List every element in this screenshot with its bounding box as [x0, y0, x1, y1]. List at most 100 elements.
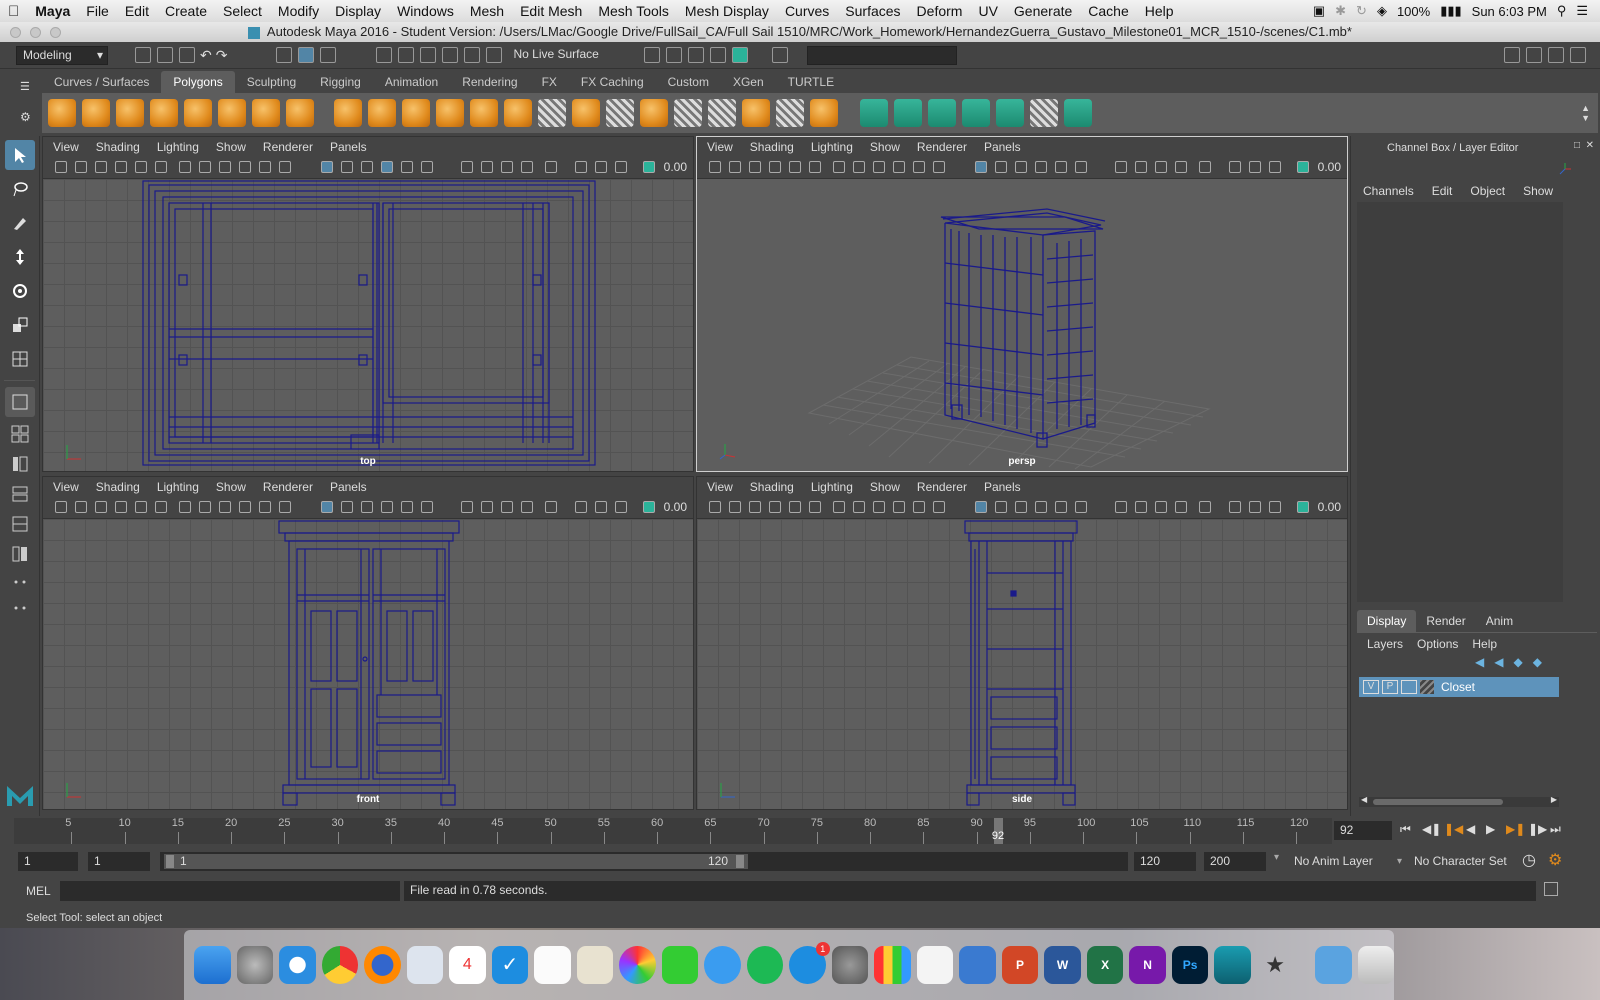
animation-start-field[interactable]: 1	[18, 852, 78, 871]
viewport-top[interactable]: View Shading Lighting Show Renderer Pane…	[42, 136, 694, 472]
select-object-icon[interactable]	[298, 47, 315, 63]
isolate-select-icon[interactable]	[545, 161, 557, 173]
poly-cylinder-icon[interactable]	[116, 99, 144, 127]
redo-icon[interactable]: ↷	[216, 47, 228, 64]
layer-playback-toggle[interactable]: P	[1382, 680, 1398, 694]
viewport-menu-view[interactable]: View	[707, 140, 733, 154]
range-end-handle[interactable]	[736, 855, 744, 868]
two-d-pan-zoom-icon[interactable]	[135, 501, 147, 513]
layer-color-swatch[interactable]	[1420, 680, 1434, 694]
ambient-occlusion-icon[interactable]	[1135, 501, 1147, 513]
tool-settings-icon[interactable]	[1548, 47, 1564, 63]
channel-box-menu-edit[interactable]: Edit	[1432, 184, 1453, 198]
textured-icon[interactable]	[401, 161, 413, 173]
calendar-icon[interactable]: 4	[449, 946, 486, 984]
xray-icon[interactable]	[381, 161, 393, 173]
viewport-menu-shading[interactable]: Shading	[96, 480, 140, 494]
new-scene-icon[interactable]	[135, 47, 151, 63]
finder-icon[interactable]	[194, 946, 231, 984]
ambient-occlusion-icon[interactable]	[481, 161, 493, 173]
isolate-select-icon[interactable]	[545, 501, 557, 513]
firefox-icon[interactable]	[364, 946, 401, 984]
extrude-icon[interactable]	[640, 99, 668, 127]
viewport-menu-shading[interactable]: Shading	[750, 480, 794, 494]
layer-tab-display[interactable]: Display	[1357, 610, 1417, 632]
menu-uv[interactable]: UV	[970, 3, 1005, 19]
hud-icon[interactable]	[1269, 501, 1281, 513]
menu-cache[interactable]: Cache	[1080, 3, 1136, 19]
menu-help[interactable]: Help	[1137, 3, 1182, 19]
layer-display-type-toggle[interactable]	[1401, 680, 1417, 694]
uv-layout-icon[interactable]	[1064, 99, 1092, 127]
new-layer-selected-icon[interactable]: ◆	[1533, 655, 1542, 669]
viewport-menu-panels[interactable]: Panels	[330, 480, 367, 494]
script-editor-icon[interactable]	[1544, 882, 1558, 896]
clock[interactable]: Sun 6:03 PM	[1472, 4, 1547, 19]
reminders-icon[interactable]: ✓	[491, 946, 529, 984]
battery-percent[interactable]: 100%	[1397, 4, 1430, 19]
wireframe-on-shaded-icon[interactable]	[1015, 161, 1027, 173]
last-tool-icon[interactable]	[5, 344, 35, 374]
xray-active-icon[interactable]	[595, 501, 607, 513]
uv-editor-icon[interactable]	[1030, 99, 1058, 127]
apple-icon[interactable]: 	[0, 3, 27, 20]
viewport-canvas[interactable]: side	[697, 519, 1347, 809]
powerpoint-icon[interactable]: P	[1001, 946, 1039, 984]
merge-icon[interactable]	[810, 99, 838, 127]
move-layer-down-icon[interactable]: ◀	[1494, 655, 1503, 669]
channel-box-list[interactable]	[1357, 202, 1563, 602]
layer-visibility-toggle[interactable]: V	[1363, 680, 1379, 694]
textured-icon[interactable]	[1055, 161, 1067, 173]
wifi-icon[interactable]: ◈	[1377, 3, 1387, 19]
uv-spherical-icon[interactable]	[928, 99, 956, 127]
lights-icon[interactable]	[421, 501, 433, 513]
chrome-icon[interactable]	[321, 946, 359, 984]
animation-preferences-icon[interactable]: ⚙	[1548, 850, 1562, 870]
camera-attributes-icon[interactable]	[75, 161, 87, 173]
range-slider-bar[interactable]	[164, 854, 748, 869]
menu-create[interactable]: Create	[157, 3, 215, 19]
zoom-window-button[interactable]	[50, 27, 61, 38]
app-menu[interactable]: Maya	[27, 3, 78, 19]
camera-select-icon[interactable]	[55, 501, 67, 513]
app-store-icon[interactable]: 1	[789, 942, 830, 984]
shadows-icon[interactable]	[1115, 501, 1127, 513]
shelf-tab-fx-caching[interactable]: FX Caching	[569, 71, 656, 93]
textured-icon[interactable]	[401, 501, 413, 513]
onenote-icon[interactable]: N	[1129, 946, 1166, 984]
xray-icon[interactable]	[1035, 501, 1047, 513]
poly-pipe-icon[interactable]	[286, 99, 314, 127]
viewport-menu-show[interactable]: Show	[216, 480, 246, 494]
lasso-tool-icon[interactable]	[5, 174, 35, 204]
menu-mesh-tools[interactable]: Mesh Tools	[590, 3, 677, 19]
ambient-occlusion-icon[interactable]	[1135, 161, 1147, 173]
wireframe-shading-icon[interactable]	[975, 161, 987, 173]
two-d-pan-zoom-icon[interactable]	[789, 501, 801, 513]
single-perspective-layout-icon[interactable]	[5, 387, 35, 417]
gate-mask-icon[interactable]	[239, 501, 251, 513]
shadows-icon[interactable]	[461, 161, 473, 173]
viewport-side[interactable]: View Shading Lighting Show Renderer Pane…	[696, 476, 1348, 810]
bevel-icon[interactable]	[742, 99, 770, 127]
select-component-icon[interactable]	[320, 47, 337, 63]
shelf-tab-fx[interactable]: FX	[530, 71, 569, 93]
mudbox-icon[interactable]: ★	[1257, 946, 1294, 984]
script-language-toggle[interactable]: MEL	[26, 884, 51, 898]
wireframe-on-shaded-icon[interactable]	[1015, 501, 1027, 513]
uv-planar-icon[interactable]	[860, 99, 888, 127]
ambient-occlusion-icon[interactable]	[481, 501, 493, 513]
playback-end-field[interactable]: 120	[1134, 852, 1196, 871]
viewport-menu-show[interactable]: Show	[216, 140, 246, 154]
combine-icon[interactable]	[334, 99, 362, 127]
downloads-folder-icon[interactable]	[1315, 946, 1352, 984]
launchpad-icon[interactable]	[236, 946, 274, 984]
camera-select-icon[interactable]	[709, 161, 721, 173]
viewport-menu-renderer[interactable]: Renderer	[917, 480, 967, 494]
viewport-menu-show[interactable]: Show	[870, 480, 900, 494]
viewport-menu-lighting[interactable]: Lighting	[157, 140, 199, 154]
step-forward-key-icon[interactable]: ▶❚	[1506, 822, 1525, 836]
wireframe-shading-icon[interactable]	[975, 501, 987, 513]
range-slider[interactable]: 1 120	[160, 852, 1128, 871]
field-chart-icon[interactable]	[259, 501, 271, 513]
safe-action-icon[interactable]	[279, 161, 291, 173]
